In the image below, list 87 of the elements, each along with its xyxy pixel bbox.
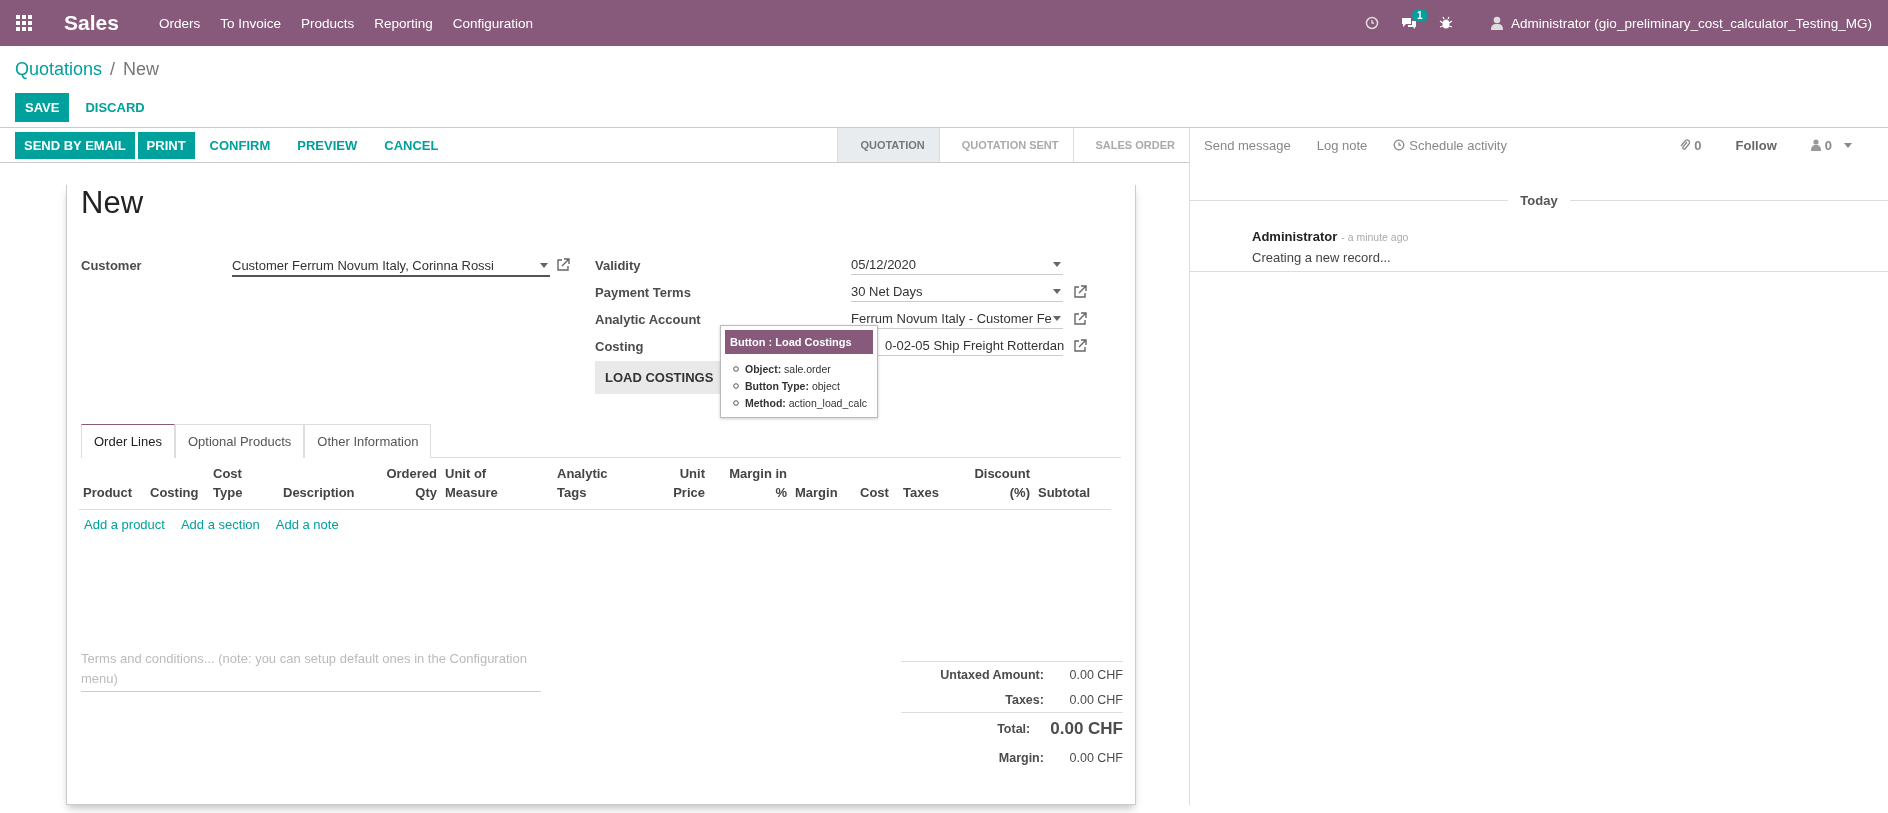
action-button[interactable]: SEND BY EMAIL (15, 131, 135, 159)
select-field[interactable]: 30 Net Days (851, 282, 1063, 302)
chatter-button[interactable]: Log note (1308, 137, 1376, 153)
tooltip-line: Object: sale.order (745, 362, 831, 375)
add-line-link[interactable]: Add a section (180, 517, 260, 532)
user-icon (1491, 16, 1504, 30)
menu-item[interactable]: Configuration (452, 15, 534, 31)
bug-icon (1439, 16, 1454, 30)
breadcrumb-link[interactable]: Quotations (15, 58, 103, 80)
column-header[interactable]: Analytic Tags (553, 458, 651, 510)
action-button[interactable]: CONFIRM (197, 131, 283, 159)
tooltip-line: Method: action_load_calc (745, 396, 867, 409)
user-menu[interactable]: Administrator (gio_preliminary_cost_calculator_Testing_MG) (1511, 15, 1872, 31)
column-header[interactable]: Cost (856, 458, 899, 510)
discard-button[interactable]: DISCARD (75, 93, 155, 122)
menu-item[interactable]: Products (300, 15, 355, 31)
tooltip-title: Button : Load Costings (725, 330, 873, 354)
total-label: Taxes: (1004, 692, 1044, 707)
terms-field[interactable]: Terms and conditions... (note: you can setup default ones in the Configuration menu) (81, 649, 541, 692)
select-field[interactable]: Customer Ferrum Novum Italy, Corinna Rossi (232, 255, 550, 277)
field-label: Validity (595, 258, 641, 273)
bullet-icon (733, 382, 739, 389)
attachments-button[interactable]: 0 (1672, 137, 1710, 153)
total-value: 0.00 CHF (1068, 692, 1123, 707)
action-button[interactable]: PREVIEW (285, 131, 370, 159)
field-label: Payment Terms (595, 285, 691, 300)
chatter-button[interactable]: Send message (1196, 137, 1299, 153)
date-separator: Today (1508, 193, 1570, 209)
total-label: Margin: (997, 750, 1044, 765)
follow-button[interactable]: Follow (1727, 137, 1785, 153)
column-header[interactable]: Subtotal (1034, 458, 1111, 510)
action-button[interactable]: PRINT (137, 131, 195, 159)
caret-icon (1053, 316, 1061, 321)
column-header[interactable]: Cost Type (209, 458, 279, 510)
column-header[interactable]: Ordered Qty (366, 458, 441, 510)
select-field[interactable]: 05/12/2020 (851, 255, 1063, 275)
total-value: 0.00 CHF (1050, 719, 1123, 739)
person-icon (1810, 139, 1821, 151)
message-author: Administrator (1252, 229, 1338, 244)
clock-icon (1393, 139, 1406, 151)
total-value: 0.00 CHF (1068, 750, 1123, 765)
app-title[interactable]: Sales (64, 11, 119, 35)
followers-button[interactable]: 0 (1802, 137, 1860, 153)
message-body: Creating a new record... (1252, 250, 1392, 265)
column-header[interactable]: Discount (%) (961, 458, 1034, 510)
caret-icon (1844, 142, 1852, 148)
total-value: 0.00 CHF (1068, 667, 1123, 682)
message-time: - a minute ago (1341, 231, 1409, 243)
tab[interactable]: Optional Products (174, 424, 305, 458)
chat-icon (1401, 16, 1418, 30)
tooltip-line: Button Type: object (745, 379, 840, 392)
paperclip-icon (1680, 139, 1691, 151)
bullet-icon (733, 365, 739, 372)
column-header[interactable]: Unit of Measure (441, 458, 553, 510)
breadcrumb-current: New (123, 58, 160, 80)
add-line-link[interactable]: Add a product (84, 517, 165, 532)
caret-icon (1053, 262, 1061, 267)
column-header[interactable]: Product (79, 458, 146, 510)
menu-item[interactable]: To Invoice (220, 15, 281, 31)
message-count-badge: 1 (1412, 9, 1428, 22)
schedule-activity-button[interactable]: Schedule activity (1385, 137, 1515, 153)
bullet-icon (733, 399, 739, 406)
save-button[interactable]: SAVE (15, 93, 70, 122)
field-label: Analytic Account (595, 312, 701, 327)
column-header[interactable]: Costing (146, 458, 209, 510)
total-label: Total: (996, 722, 1031, 736)
caret-icon (540, 262, 548, 268)
column-header[interactable]: Taxes (899, 458, 961, 510)
column-header[interactable]: Unit Price (651, 458, 709, 510)
breadcrumb-separator: / (110, 58, 116, 80)
field-label: Costing (595, 339, 644, 354)
column-header[interactable]: Margin (791, 458, 856, 510)
field-label: Customer (81, 258, 142, 273)
status-stage[interactable]: QUOTATION (837, 128, 939, 162)
add-line-link[interactable]: Add a note (275, 517, 339, 532)
column-header[interactable]: Description (279, 458, 366, 510)
total-label: Untaxed Amount: (939, 667, 1044, 682)
apps-menu-icon (16, 15, 32, 31)
tab[interactable]: Order Lines (81, 424, 175, 458)
clock-icon (1365, 16, 1380, 30)
record-title: New (81, 185, 144, 221)
caret-icon (1053, 289, 1061, 294)
menu-item[interactable]: Reporting (374, 15, 433, 31)
menu-item[interactable]: Orders (158, 15, 201, 31)
action-button[interactable]: CANCEL (372, 131, 451, 159)
tab[interactable]: Other Information (304, 424, 432, 458)
column-header[interactable]: Margin in % (709, 458, 791, 510)
